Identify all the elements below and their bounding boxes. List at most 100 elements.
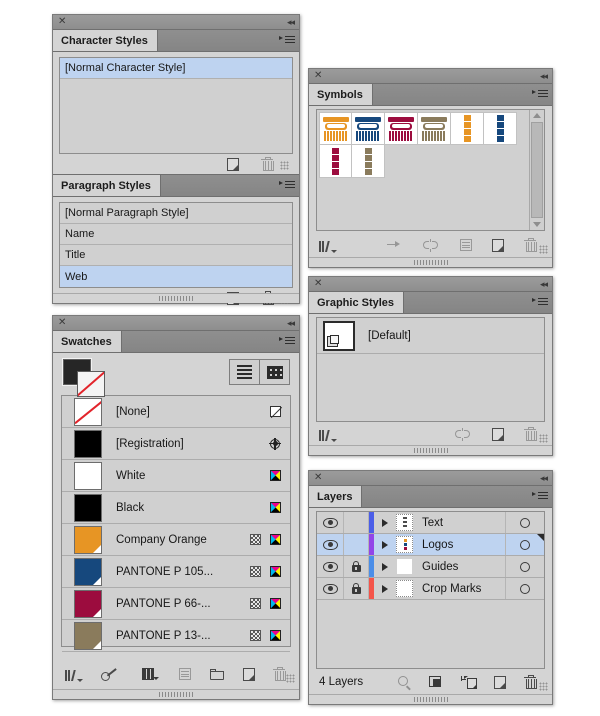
tab-symbols[interactable]: Symbols [309,84,373,105]
character-styles-list[interactable]: [Normal Character Style] [59,57,293,154]
break-link-icon[interactable] [454,427,471,441]
graphic-style-libraries-icon[interactable] [319,428,337,442]
layer-target-button[interactable] [505,512,544,533]
new-color-group-icon[interactable] [142,667,159,681]
tab-swatches[interactable]: Swatches [53,331,122,352]
layer-lock-toggle[interactable] [343,512,368,533]
layer-expand-toggle[interactable] [374,518,396,527]
swatch-color-chip[interactable] [74,525,102,554]
new-swatch-icon[interactable] [243,667,255,681]
new-folder-icon[interactable] [210,668,224,680]
list-item[interactable]: [Normal Paragraph Style] [60,203,292,224]
list-item[interactable]: [Default] [317,318,544,354]
panel-menu-icon[interactable] [279,334,295,349]
scroll-up-icon[interactable] [533,113,541,118]
layer-lock-toggle[interactable] [343,534,368,555]
layers-title-bar[interactable]: ✕ ◂◂ [309,471,552,486]
swatch-options-icon[interactable] [179,668,191,680]
table-row[interactable]: PANTONE P 13-... [62,620,290,652]
list-item[interactable]: Title [60,245,292,266]
show-swatch-kinds-icon[interactable] [101,667,117,681]
layers-list[interactable]: Text Logos Guides Crop Marks [316,511,545,669]
table-row[interactable]: PANTONE P 66-... [62,588,290,620]
swatch-color-chip[interactable] [74,557,102,586]
close-icon[interactable]: ✕ [314,70,322,82]
place-symbol-instance-icon[interactable] [387,240,400,251]
swatch-color-chip[interactable] [74,589,102,618]
list-view-button[interactable] [229,359,260,385]
swatch-color-chip[interactable] [74,461,102,490]
symbol-options-icon[interactable] [460,239,472,251]
create-new-layer-icon[interactable] [494,675,506,689]
delete-symbol-icon[interactable] [524,237,537,252]
close-icon[interactable]: ✕ [58,317,66,329]
layer-target-button[interactable] [505,578,544,599]
symbols-scrollbar[interactable] [529,110,544,230]
layer-expand-toggle[interactable] [374,584,396,593]
create-new-sublayer-icon[interactable] [461,675,477,689]
dock-grip-icon[interactable] [413,448,448,453]
table-row[interactable]: [Registration] [62,428,290,460]
swatch-color-chip[interactable] [74,429,102,458]
delete-swatch-icon[interactable] [273,666,286,681]
symbol-item[interactable] [352,112,385,145]
swatch-color-chip[interactable] [74,397,102,426]
collapse-to-icons-icon[interactable]: ◂◂ [287,317,295,329]
delete-icon[interactable] [261,156,274,171]
scroll-down-icon[interactable] [533,222,541,227]
resize-grip-icon[interactable] [539,245,548,254]
tab-character-styles[interactable]: Character Styles [53,30,158,51]
stroke-color-proxy[interactable] [77,371,105,397]
new-graphic-style-icon[interactable] [492,427,504,441]
panel-menu-icon[interactable] [532,87,548,102]
symbol-libraries-icon[interactable] [319,239,337,253]
grid-view-button[interactable] [260,359,290,385]
swatch-libraries-icon[interactable] [65,668,83,682]
layer-expand-toggle[interactable] [374,540,396,549]
collapse-to-icons-icon[interactable]: ◂◂ [540,70,548,82]
tab-paragraph-styles[interactable]: Paragraph Styles [53,175,161,196]
layer-lock-toggle[interactable] [343,556,368,577]
table-row[interactable]: Guides [317,556,544,578]
layer-lock-toggle[interactable] [343,578,368,599]
close-icon[interactable]: ✕ [58,16,66,28]
list-item[interactable]: Name [60,224,292,245]
symbols-grid[interactable] [316,109,545,231]
tab-layers[interactable]: Layers [309,486,363,507]
layer-expand-toggle[interactable] [374,562,396,571]
graphic-styles-list[interactable]: [Default] [316,317,545,422]
table-row[interactable]: Company Orange [62,524,290,556]
symbol-item[interactable] [319,112,352,145]
delete-selection-icon[interactable] [524,674,537,689]
table-row[interactable]: Logos [317,534,544,556]
resize-grip-icon[interactable] [286,674,295,683]
symbol-item[interactable] [484,112,517,145]
locate-object-icon[interactable] [398,675,411,691]
dock-grip-icon[interactable] [159,692,193,697]
table-row[interactable]: Text [317,512,544,534]
character-styles-title-bar[interactable]: ✕ ◂◂ [53,15,299,30]
tab-graphic-styles[interactable]: Graphic Styles [309,292,405,313]
layer-visibility-toggle[interactable] [317,539,343,550]
layer-visibility-toggle[interactable] [317,517,343,528]
scrollbar-thumb[interactable] [531,122,543,218]
symbols-title-bar[interactable]: ✕ ◂◂ [309,69,552,84]
collapse-to-icons-icon[interactable]: ◂◂ [540,278,548,290]
list-item[interactable]: [Normal Character Style] [60,58,292,79]
layer-visibility-toggle[interactable] [317,561,343,572]
list-item[interactable]: Web [60,266,292,287]
symbol-item[interactable] [451,112,484,145]
new-symbol-icon[interactable] [492,238,504,252]
resize-grip-icon[interactable] [539,682,548,691]
panel-menu-icon[interactable] [532,295,548,310]
swatches-title-bar[interactable]: ✕ ◂◂ [53,316,299,331]
symbol-item[interactable] [418,112,451,145]
resize-grip-icon[interactable] [539,434,548,443]
default-style-thumbnail[interactable] [323,320,355,351]
swatch-color-chip[interactable] [74,621,102,650]
close-icon[interactable]: ✕ [314,472,322,484]
collapse-to-icons-icon[interactable]: ◂◂ [540,472,548,484]
table-row[interactable]: PANTONE P 105... [62,556,290,588]
paragraph-styles-list[interactable]: [Normal Paragraph Style] Name Title Web [59,202,293,288]
close-icon[interactable]: ✕ [314,278,322,290]
